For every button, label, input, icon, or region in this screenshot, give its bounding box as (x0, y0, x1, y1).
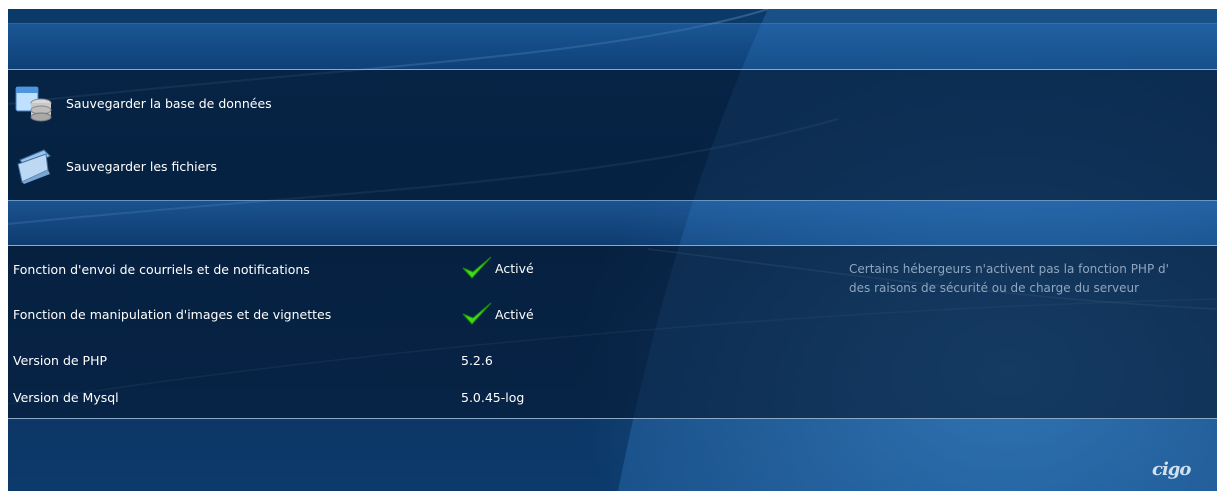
image-status: Activé (461, 300, 534, 328)
backup-database-button[interactable]: Sauvegarder la base de données (14, 83, 272, 123)
backup-database-label: Sauvegarder la base de données (66, 95, 272, 111)
check-icon (462, 302, 492, 325)
folder-icon (17, 149, 51, 184)
hosting-note-line2: des raisons de sécurité ou de charge du … (849, 281, 1140, 295)
image-status-text: Activé (495, 306, 534, 322)
hosting-note-line1: Certains hébergeurs n'activent pas la fo… (849, 262, 1169, 276)
backup-files-button[interactable]: Sauvegarder les fichiers (14, 146, 217, 186)
php-version-label: Version de PHP (13, 353, 108, 368)
mail-status: Activé (461, 254, 534, 282)
backup-files-label: Sauvegarder les fichiers (66, 158, 217, 174)
database-icon (15, 86, 52, 122)
mail-status-text: Activé (495, 260, 534, 276)
check-icon (462, 256, 492, 279)
mysql-version-label: Version de Mysql (13, 390, 119, 405)
image-function-label: Fonction de manipulation d'images et de … (13, 307, 332, 322)
php-version-value: 5.2.6 (461, 353, 493, 368)
admin-panel: Sauvegarder la base de données Sauvegard… (8, 9, 1217, 491)
backup-panel: Sauvegarder la base de données Sauvegard… (8, 69, 1217, 201)
hosting-note: Certains hébergeurs n'activent pas la fo… (849, 260, 1217, 298)
top-band (8, 23, 1217, 70)
mysql-version-value: 5.0.45-log (461, 390, 525, 405)
mail-function-label: Fonction d'envoi de courriels et de noti… (13, 262, 310, 277)
brand-logo: cigo (1152, 459, 1191, 480)
middle-band (8, 200, 1217, 246)
